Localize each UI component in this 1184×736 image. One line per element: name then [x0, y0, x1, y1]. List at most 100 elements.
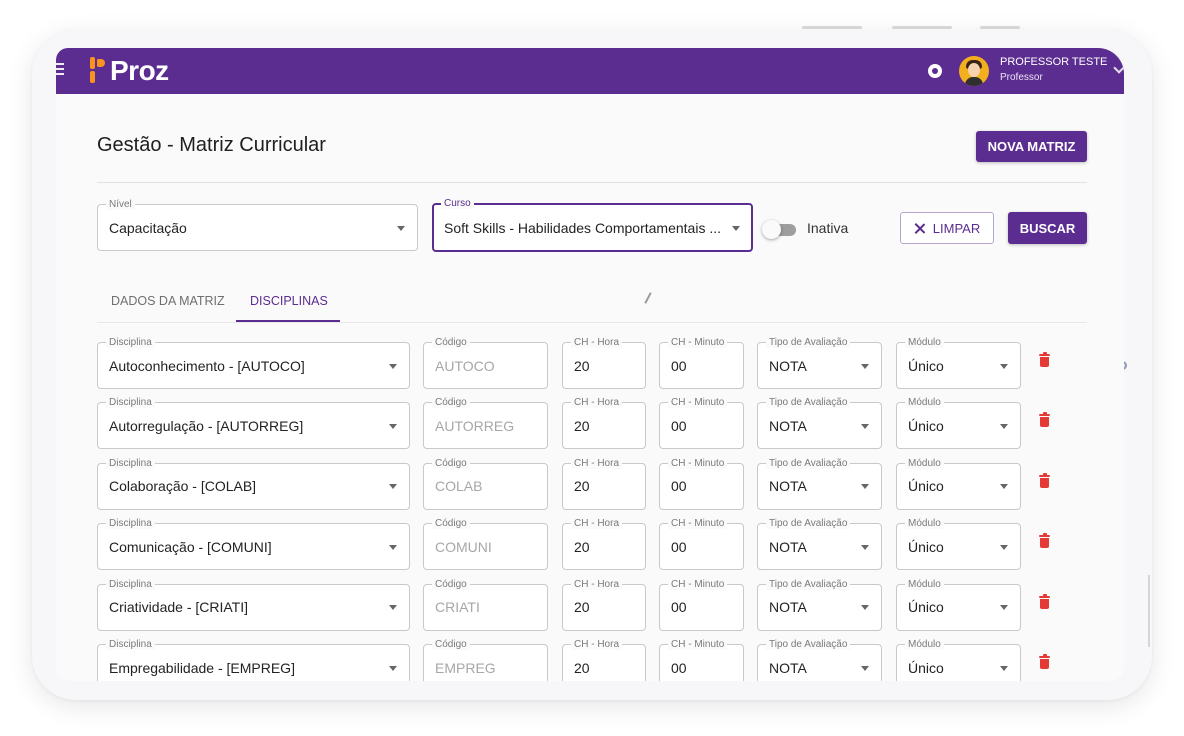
ch-hour-field[interactable]: CH - Hora 20 — [562, 457, 646, 510]
menu-icon[interactable] — [56, 63, 64, 78]
code-field-label: Código — [432, 578, 470, 590]
evaluation-type-select-label: Tipo de Avaliação — [766, 518, 851, 530]
evaluation-type-select-value: NOTA — [769, 659, 807, 676]
evaluation-type-select-label: Tipo de Avaliação — [766, 457, 851, 469]
decorative-dash — [802, 26, 862, 29]
module-select-label: Módulo — [905, 518, 944, 530]
ch-minute-field[interactable]: CH - Minuto 00 — [659, 578, 744, 631]
ch-hour-field[interactable]: CH - Hora 20 — [562, 337, 646, 389]
trash-icon[interactable] — [1039, 654, 1050, 669]
ch-minute-field[interactable]: CH - Minuto 00 — [659, 337, 744, 389]
tab-dados-da-matriz[interactable]: DADOS DA MATRIZ — [111, 294, 225, 308]
chevron-down-icon — [861, 363, 869, 369]
ch-minute-field-label: CH - Minuto — [668, 578, 728, 590]
clear-button-label: LIMPAR — [932, 220, 981, 236]
user-role: Professor — [1000, 72, 1043, 83]
ch-hour-field-label: CH - Hora — [571, 337, 623, 348]
trash-icon[interactable] — [1039, 412, 1050, 428]
ch-minute-field[interactable]: CH - Minuto 00 — [659, 639, 744, 681]
trash-icon[interactable] — [1039, 352, 1050, 367]
curso-select[interactable]: Curso Soft Skills - Habilidades Comporta… — [432, 198, 753, 252]
chevron-down-icon[interactable] — [1113, 62, 1124, 74]
chevron-down-icon — [389, 605, 397, 611]
module-select[interactable]: Módulo Único — [896, 578, 1021, 631]
ch-hour-field-label: CH - Hora — [571, 578, 623, 590]
evaluation-type-select-label: Tipo de Avaliação — [766, 337, 851, 348]
evaluation-type-select[interactable]: Tipo de Avaliação NOTA — [757, 639, 882, 681]
ch-hour-field-value: 20 — [574, 599, 590, 616]
trash-icon[interactable] — [1039, 593, 1050, 609]
ch-minute-field-value: 00 — [671, 357, 687, 374]
tab-disciplinas[interactable]: DISCIPLINAS — [250, 294, 328, 308]
ch-hour-field[interactable]: CH - Hora 20 — [562, 639, 646, 681]
ch-hour-field-value: 20 — [574, 478, 590, 495]
code-field[interactable]: Código CRIATI — [423, 578, 548, 631]
ch-minute-field[interactable]: CH - Minuto 00 — [659, 397, 744, 450]
module-select[interactable]: Módulo Único — [896, 337, 1021, 389]
module-select[interactable]: Módulo Único — [896, 457, 1021, 510]
chevron-down-icon — [732, 225, 740, 231]
chevron-down-icon — [1000, 484, 1008, 490]
discipline-select-value: Autoconhecimento - [AUTOCO] — [109, 357, 305, 374]
code-field[interactable]: Código EMPREG — [423, 639, 548, 681]
discipline-select[interactable]: Disciplina Empregabilidade - [EMPREG] — [97, 639, 410, 681]
tab-active-indicator — [236, 320, 340, 322]
evaluation-type-select-value: NOTA — [769, 538, 807, 555]
user-name[interactable]: PROFESSOR TESTE — [1000, 56, 1107, 68]
ch-hour-field-label: CH - Hora — [571, 518, 623, 530]
ch-hour-field[interactable]: CH - Hora 20 — [562, 397, 646, 450]
ch-minute-field-label: CH - Minuto — [668, 639, 728, 650]
discipline-select[interactable]: Disciplina Colaboração - [COLAB] — [97, 457, 410, 510]
discipline-select-value: Autorregulação - [AUTORREG] — [109, 417, 304, 434]
code-field[interactable]: Código COMUNI — [423, 518, 548, 571]
nivel-select[interactable]: Nível Capacitação — [97, 199, 418, 251]
code-field-value: EMPREG — [435, 659, 496, 676]
ch-hour-field-value: 20 — [574, 417, 590, 434]
code-field-label: Código — [432, 397, 470, 409]
module-select[interactable]: Módulo Único — [896, 639, 1021, 681]
evaluation-type-select[interactable]: Tipo de Avaliação NOTA — [757, 337, 882, 389]
trash-icon[interactable] — [1039, 472, 1050, 488]
ch-hour-field[interactable]: CH - Hora 20 — [562, 518, 646, 571]
curso-label: Curso — [441, 198, 474, 209]
app-bar: Proz PROFESSOR TESTE Professor — [56, 48, 1124, 94]
tabs-divider — [97, 322, 1087, 323]
module-select-value: Único — [908, 599, 944, 616]
evaluation-type-select[interactable]: Tipo de Avaliação NOTA — [757, 578, 882, 631]
logo-text: Proz — [110, 55, 169, 86]
ch-hour-field[interactable]: CH - Hora 20 — [562, 578, 646, 631]
module-select-value: Único — [908, 659, 944, 676]
evaluation-type-select[interactable]: Tipo de Avaliação NOTA — [757, 518, 882, 571]
discipline-select[interactable]: Disciplina Criatividade - [CRIATI] — [97, 578, 410, 631]
avatar[interactable] — [959, 56, 989, 86]
ch-hour-field-value: 20 — [574, 357, 590, 374]
decorative-dash — [892, 26, 952, 29]
discipline-select-label: Disciplina — [106, 578, 155, 590]
bell-icon[interactable] — [928, 64, 942, 78]
discipline-select[interactable]: Disciplina Comunicação - [COMUNI] — [97, 518, 410, 571]
module-select[interactable]: Módulo Único — [896, 397, 1021, 450]
logo[interactable]: Proz — [88, 56, 169, 86]
code-field[interactable]: Código AUTORREG — [423, 397, 548, 450]
evaluation-type-select[interactable]: Tipo de Avaliação NOTA — [757, 457, 882, 510]
trash-icon[interactable] — [1039, 533, 1050, 549]
discipline-select-value: Colaboração - [COLAB] — [109, 478, 257, 495]
close-icon — [914, 223, 925, 234]
new-matrix-button[interactable]: NOVA MATRIZ — [976, 131, 1087, 162]
ch-minute-field[interactable]: CH - Minuto 00 — [659, 457, 744, 510]
ch-minute-field[interactable]: CH - Minuto 00 — [659, 518, 744, 571]
code-field[interactable]: Código COLAB — [423, 457, 548, 510]
code-field-label: Código — [432, 337, 470, 348]
discipline-select[interactable]: Disciplina Autorregulação - [AUTORREG] — [97, 397, 410, 450]
discipline-select[interactable]: Disciplina Autoconhecimento - [AUTOCO] — [97, 337, 410, 389]
module-select[interactable]: Módulo Único — [896, 518, 1021, 571]
discipline-select-value: Empregabilidade - [EMPREG] — [109, 659, 295, 676]
ch-minute-field-value: 00 — [671, 478, 687, 495]
discipline-select-label: Disciplina — [106, 457, 155, 469]
evaluation-type-select[interactable]: Tipo de Avaliação NOTA — [757, 397, 882, 450]
clear-button[interactable]: LIMPAR — [900, 212, 994, 244]
discipline-select-label: Disciplina — [106, 397, 155, 409]
inactive-toggle-thumb[interactable] — [762, 220, 781, 239]
code-field[interactable]: Código AUTOCO — [423, 337, 548, 389]
search-button[interactable]: BUSCAR — [1008, 212, 1087, 244]
